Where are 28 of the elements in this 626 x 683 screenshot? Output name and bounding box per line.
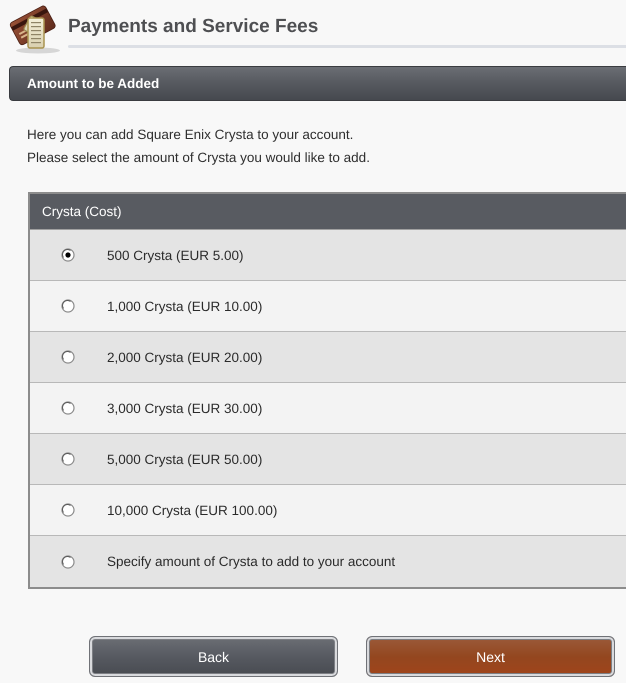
radio-button[interactable] [61,452,75,466]
option-label: Specify amount of Crysta to add to your account [107,554,396,569]
option-label: 10,000 Crysta (EUR 100.00) [107,502,278,518]
option-row[interactable]: 1,000 Crysta (EUR 10.00) [30,281,626,332]
option-label: 3,000 Crysta (EUR 30.00) [107,400,262,416]
option-row[interactable]: 500 Crysta (EUR 5.00) [30,230,626,281]
radio-button[interactable] [61,299,75,313]
radio-button[interactable] [61,554,75,568]
column-header: Crysta (Cost) [30,194,626,230]
option-row[interactable]: 10,000 Crysta (EUR 100.00) [30,485,626,536]
option-label: 5,000 Crysta (EUR 50.00) [107,452,262,466]
radio-button[interactable] [61,401,75,415]
option-row[interactable]: 5,000 Crysta (EUR 50.00) [30,434,626,485]
radio-button[interactable] [61,350,75,364]
option-row[interactable]: Specify amount of Crysta to add to your account [30,536,626,587]
back-button[interactable]: Back [89,636,338,677]
intro-text: Please select the amount of Crysta you would like to add. [27,149,370,167]
option-label: 1,000 Crysta (EUR 10.00) [107,298,262,314]
next-button[interactable]: Next [366,636,615,677]
option-row[interactable]: 3,000 Crysta (EUR 30.00) [30,383,626,434]
section-header: Amount to be Added [9,66,626,101]
option-row[interactable]: 2,000 Crysta (EUR 20.00) [30,332,626,383]
option-label: 2,000 Crysta (EUR 20.00) [107,350,262,364]
radio-button[interactable] [61,248,75,262]
radio-button[interactable] [61,503,75,517]
page-title: Payments and Service Fees [68,16,320,38]
option-label: 500 Crysta (EUR 5.00) [107,248,244,262]
intro-text: Here you can add Square Enix Crysta to your account. [27,126,354,144]
